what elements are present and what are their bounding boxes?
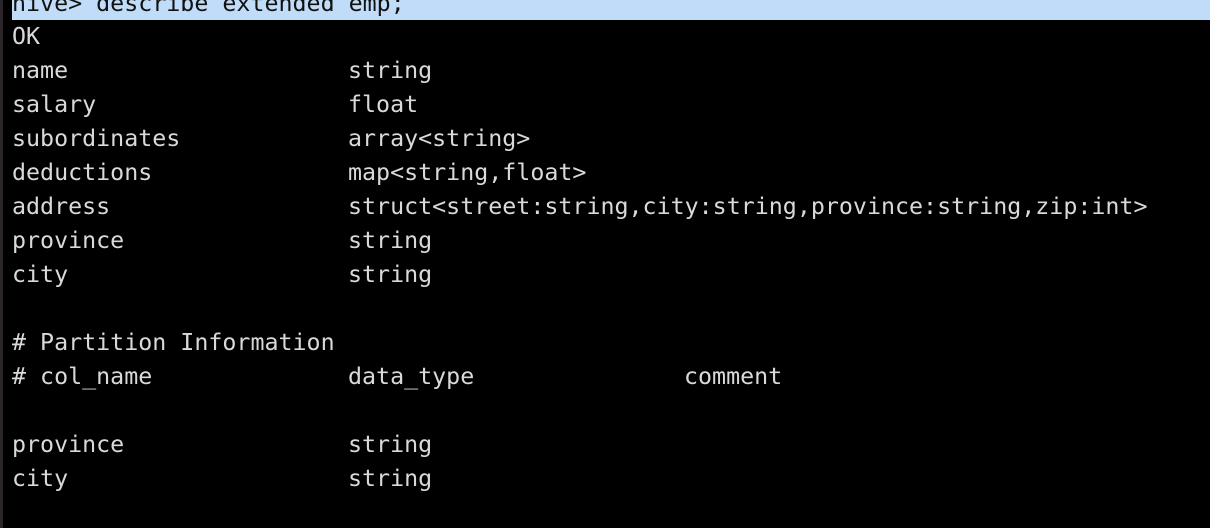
- partition-row: city string: [12, 465, 433, 492]
- column-row: address struct<street:string,city:string,…: [12, 193, 1148, 220]
- partition-row: province string: [12, 431, 433, 458]
- column-row: city string: [12, 261, 433, 288]
- column-row: name string: [12, 57, 433, 84]
- partition-header: # Partition Information: [12, 329, 335, 356]
- column-row: deductions map<string,float>: [12, 159, 587, 186]
- status-line: OK: [12, 23, 41, 50]
- terminal-output[interactable]: hive> describe extended emp; OK name stri…: [12, 0, 1210, 496]
- column-row: subordinates array<string>: [12, 125, 531, 152]
- command-line[interactable]: hive> describe extended emp;: [12, 0, 1210, 20]
- column-row: province string: [12, 227, 433, 254]
- window-edge: [0, 0, 3, 528]
- partition-col-headers: # col_name data_type comment: [12, 363, 783, 390]
- column-row: salary float: [12, 91, 419, 118]
